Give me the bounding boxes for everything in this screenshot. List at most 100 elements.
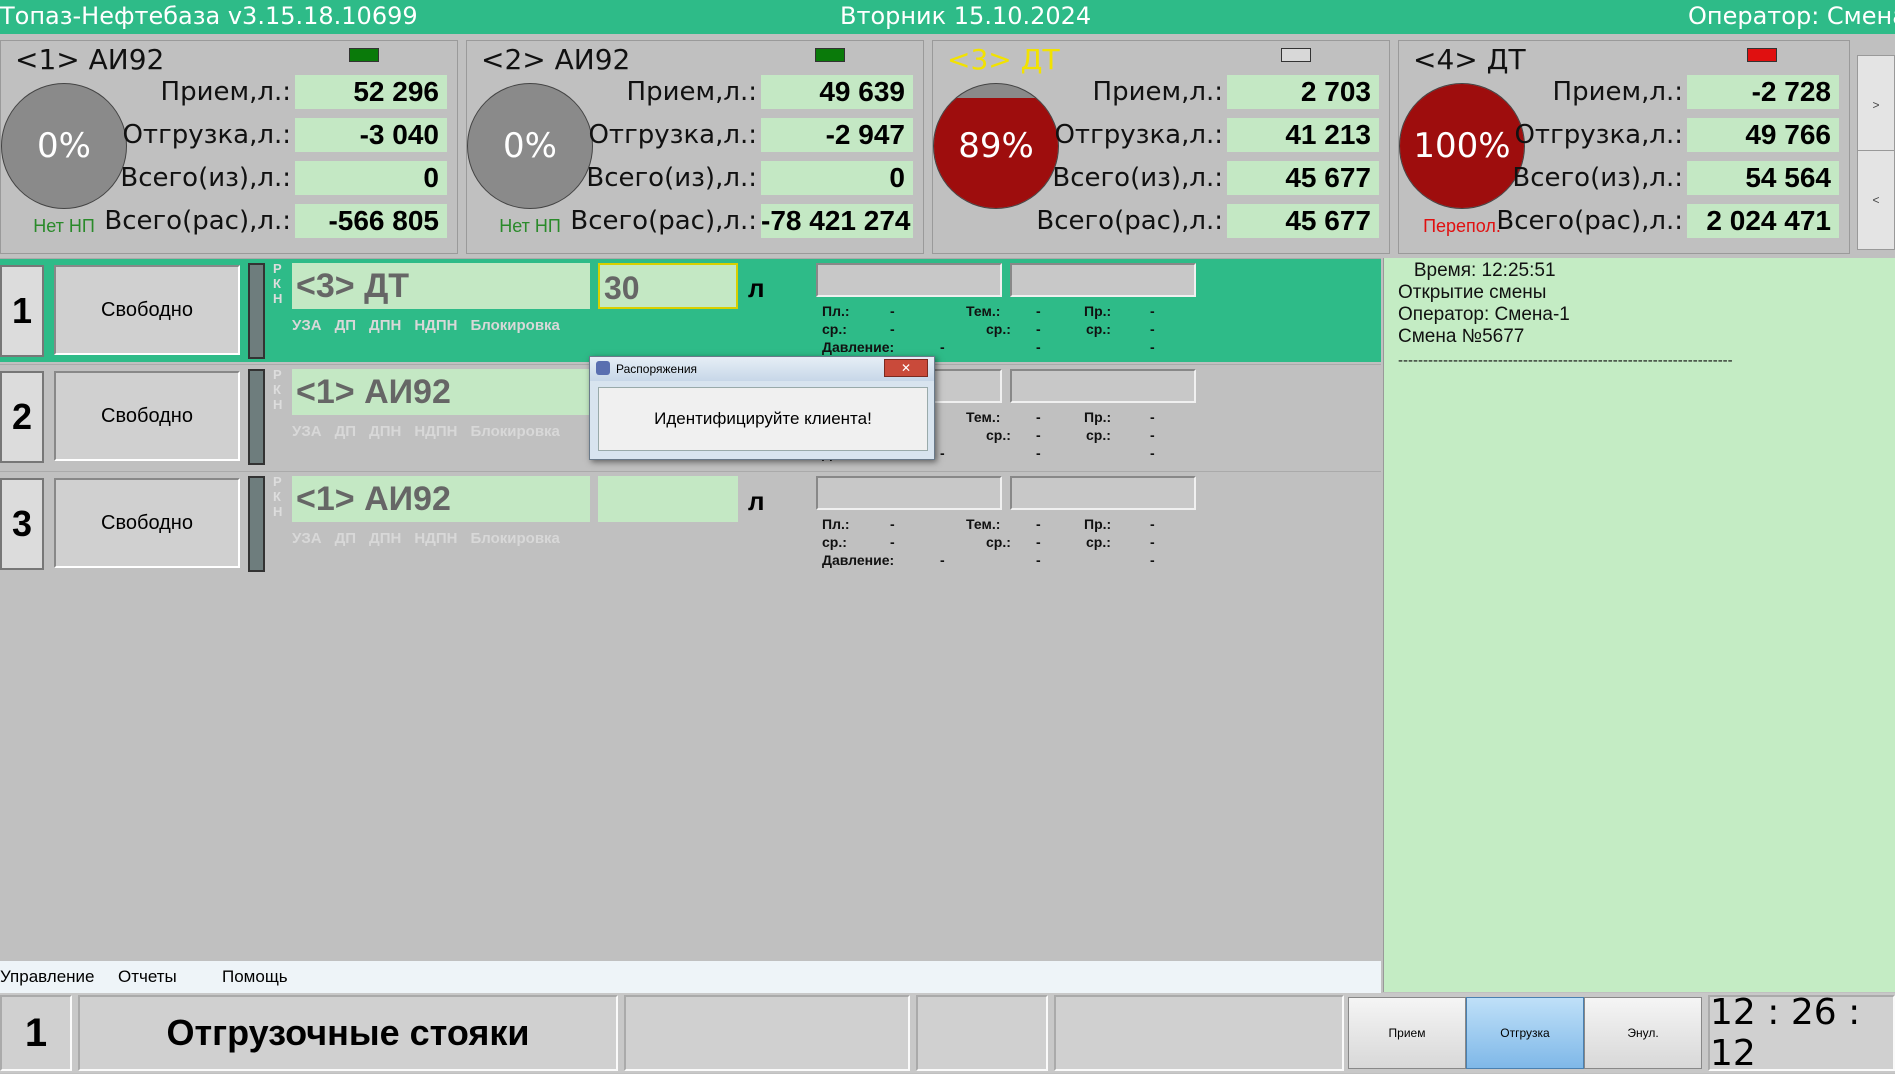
log-line: Время: 12:25:51 [1398, 260, 1556, 281]
tank-receive-value: 2 703 [1227, 75, 1379, 109]
pr-label: Пр.: [1084, 516, 1112, 532]
flag-dp: ДП [334, 530, 357, 547]
status-cell [624, 995, 910, 1071]
tank-ship-label: Отгрузка,л.: [588, 120, 757, 150]
tank-panel[interactable]: <1> АИ92 0% Нет НП Прием,л.: 52 296 Отгрузка,… [0, 40, 458, 254]
rack-number[interactable]: 1 [0, 265, 44, 357]
dialog-title: Распоряжения [616, 362, 698, 376]
rkn-label: Р К Н [273, 261, 283, 306]
pressure-label: Давление: [822, 552, 895, 568]
tem-label: Тем.: [966, 409, 1001, 425]
menu-item-control[interactable]: Управление [0, 967, 95, 987]
tem-sr-label: ср.: [986, 427, 1011, 443]
tank-panel[interactable]: <4> ДТ 100% Перепол. Прием,л.: -2 728 Отгрузк… [1398, 40, 1850, 254]
flag-ndpn: НДПН [414, 530, 458, 547]
shipment-mode-button[interactable]: Отгрузка [1466, 997, 1584, 1069]
tank-level-percent: 0% [503, 126, 557, 166]
rack-state-button[interactable]: Свободно [54, 371, 240, 461]
rack-info-box [1010, 476, 1196, 510]
rack-fuel-field[interactable]: <1> АИ92 [292, 476, 590, 522]
volume-unit: л [748, 486, 765, 516]
loading-rack-row[interactable]: 1 Свободно Р К Н <3> ДТ 30 л УЗА ДП ДПН НДПН Блоки… [0, 258, 1381, 362]
tank-level-gauge: 0% [1, 83, 127, 209]
menu-item-reports[interactable]: Отчеты [118, 967, 177, 987]
tem-sr-value: - [1036, 427, 1041, 443]
pr-sr-value: - [1150, 427, 1155, 443]
extra-value: - [1150, 445, 1155, 461]
tank-total_in-value: 54 564 [1687, 161, 1839, 195]
receive-mode-button[interactable]: Прием [1348, 997, 1466, 1069]
tank-name: <1> АИ92 [15, 43, 165, 76]
tank-status-indicator [815, 48, 845, 62]
dialog-titlebar[interactable]: Распоряжения ✕ [590, 357, 934, 381]
menu-bar: Управление Отчеты Помощь [0, 961, 1381, 993]
tank-receive-value: 52 296 [295, 75, 447, 109]
close-button[interactable]: ✕ [884, 359, 928, 377]
rack-fuel-field[interactable]: <3> ДТ [292, 263, 590, 309]
rack-number[interactable]: 3 [0, 478, 44, 570]
flag-ndpn: НДПН [414, 317, 458, 334]
pr-sr-label: ср.: [1086, 534, 1111, 550]
tem-sr-label: ср.: [986, 321, 1011, 337]
tank-total_calc-value: 45 677 [1227, 204, 1379, 238]
status-cell [916, 995, 1048, 1071]
rack-volume-input[interactable] [598, 476, 738, 522]
rack-info-box [816, 263, 1002, 297]
tank-ship-value: -2 947 [761, 118, 913, 152]
tank-total_in-label: Всего(из),л.: [1052, 163, 1223, 193]
pl-value: - [890, 516, 895, 532]
tank-panel[interactable]: <2> АИ92 0% Нет НП Прием,л.: 49 639 Отгрузка,… [466, 40, 924, 254]
loading-rack-row[interactable]: 3 Свободно Р К Н <1> АИ92 л УЗА ДП ДПН НДПН Блоки… [0, 471, 1381, 575]
tank-ship-label: Отгрузка,л.: [1054, 120, 1223, 150]
flag-uza: УЗА [292, 423, 322, 440]
rack-flags: УЗА ДП ДПН НДПН Блокировка [292, 317, 573, 334]
tank-receive-label: Прием,л.: [1092, 77, 1223, 107]
bottom-bar: 1 Отгрузочные стояки Прием Отгрузка Энул… [0, 992, 1895, 1074]
orders-dialog: Распоряжения ✕ Идентифицируйте клиента! [589, 356, 935, 460]
flag-dpn: ДПН [369, 317, 402, 334]
rkn-label: Р К Н [273, 474, 283, 519]
tank-status-indicator [1747, 48, 1777, 62]
pr-sr-value: - [1150, 534, 1155, 550]
tank-status-indicator [1281, 48, 1311, 62]
reset-mode-button[interactable]: Энул. [1584, 997, 1702, 1069]
sr-value: - [890, 321, 895, 337]
tank-level-percent: 89% [958, 126, 1034, 166]
next-page-button[interactable]: > [1857, 55, 1895, 155]
flag-block: Блокировка [470, 423, 560, 440]
tem-value: - [1036, 516, 1041, 532]
sr-value: - [890, 534, 895, 550]
log-line: Смена №5677 [1398, 326, 1525, 347]
rack-fuel-field[interactable]: <1> АИ92 [292, 369, 590, 415]
tank-total_calc-value: -566 805 [295, 204, 447, 238]
extra-value: - [1036, 445, 1041, 461]
tank-level-percent: 0% [37, 126, 91, 166]
rack-info-box [1010, 369, 1196, 403]
flag-uza: УЗА [292, 530, 322, 547]
rack-state-button[interactable]: Свободно [54, 265, 240, 355]
tank-ship-value: -3 040 [295, 118, 447, 152]
extra-value: - [1036, 552, 1041, 568]
pressure-label: Давление: [822, 339, 895, 355]
flag-dp: ДП [334, 317, 357, 334]
log-line: Оператор: Смена-1 [1398, 304, 1570, 325]
rack-volume-input[interactable]: 30 [598, 263, 738, 309]
tank-receive-value: 49 639 [761, 75, 913, 109]
rkn-label: Р К Н [273, 367, 283, 412]
menu-item-help[interactable]: Помощь [222, 967, 288, 987]
tank-level-gauge: 89% [933, 83, 1059, 209]
tank-panel[interactable]: <3> ДТ 89% Прием,л.: 2 703 Отгрузка,л.: 41 21… [932, 40, 1390, 254]
rack-state-button[interactable]: Свободно [54, 478, 240, 568]
prev-page-button[interactable]: < [1857, 150, 1895, 250]
tank-total_calc-label: Всего(рас),л.: [1036, 206, 1223, 236]
title-bar: Топаз-Нефтебаза v3.15.18.10699 Вторник 1… [0, 0, 1895, 34]
dialog-message: Идентифицируйте клиента! [598, 387, 928, 451]
pr-sr-value: - [1150, 321, 1155, 337]
rack-number[interactable]: 2 [0, 371, 44, 463]
log-line: Открытие смены [1398, 282, 1547, 303]
tank-total_in-value: 45 677 [1227, 161, 1379, 195]
pr-label: Пр.: [1084, 409, 1112, 425]
pr-value: - [1150, 409, 1155, 425]
tank-total_calc-label: Всего(рас),л.: [1496, 206, 1683, 236]
rack-info-box [1010, 263, 1196, 297]
